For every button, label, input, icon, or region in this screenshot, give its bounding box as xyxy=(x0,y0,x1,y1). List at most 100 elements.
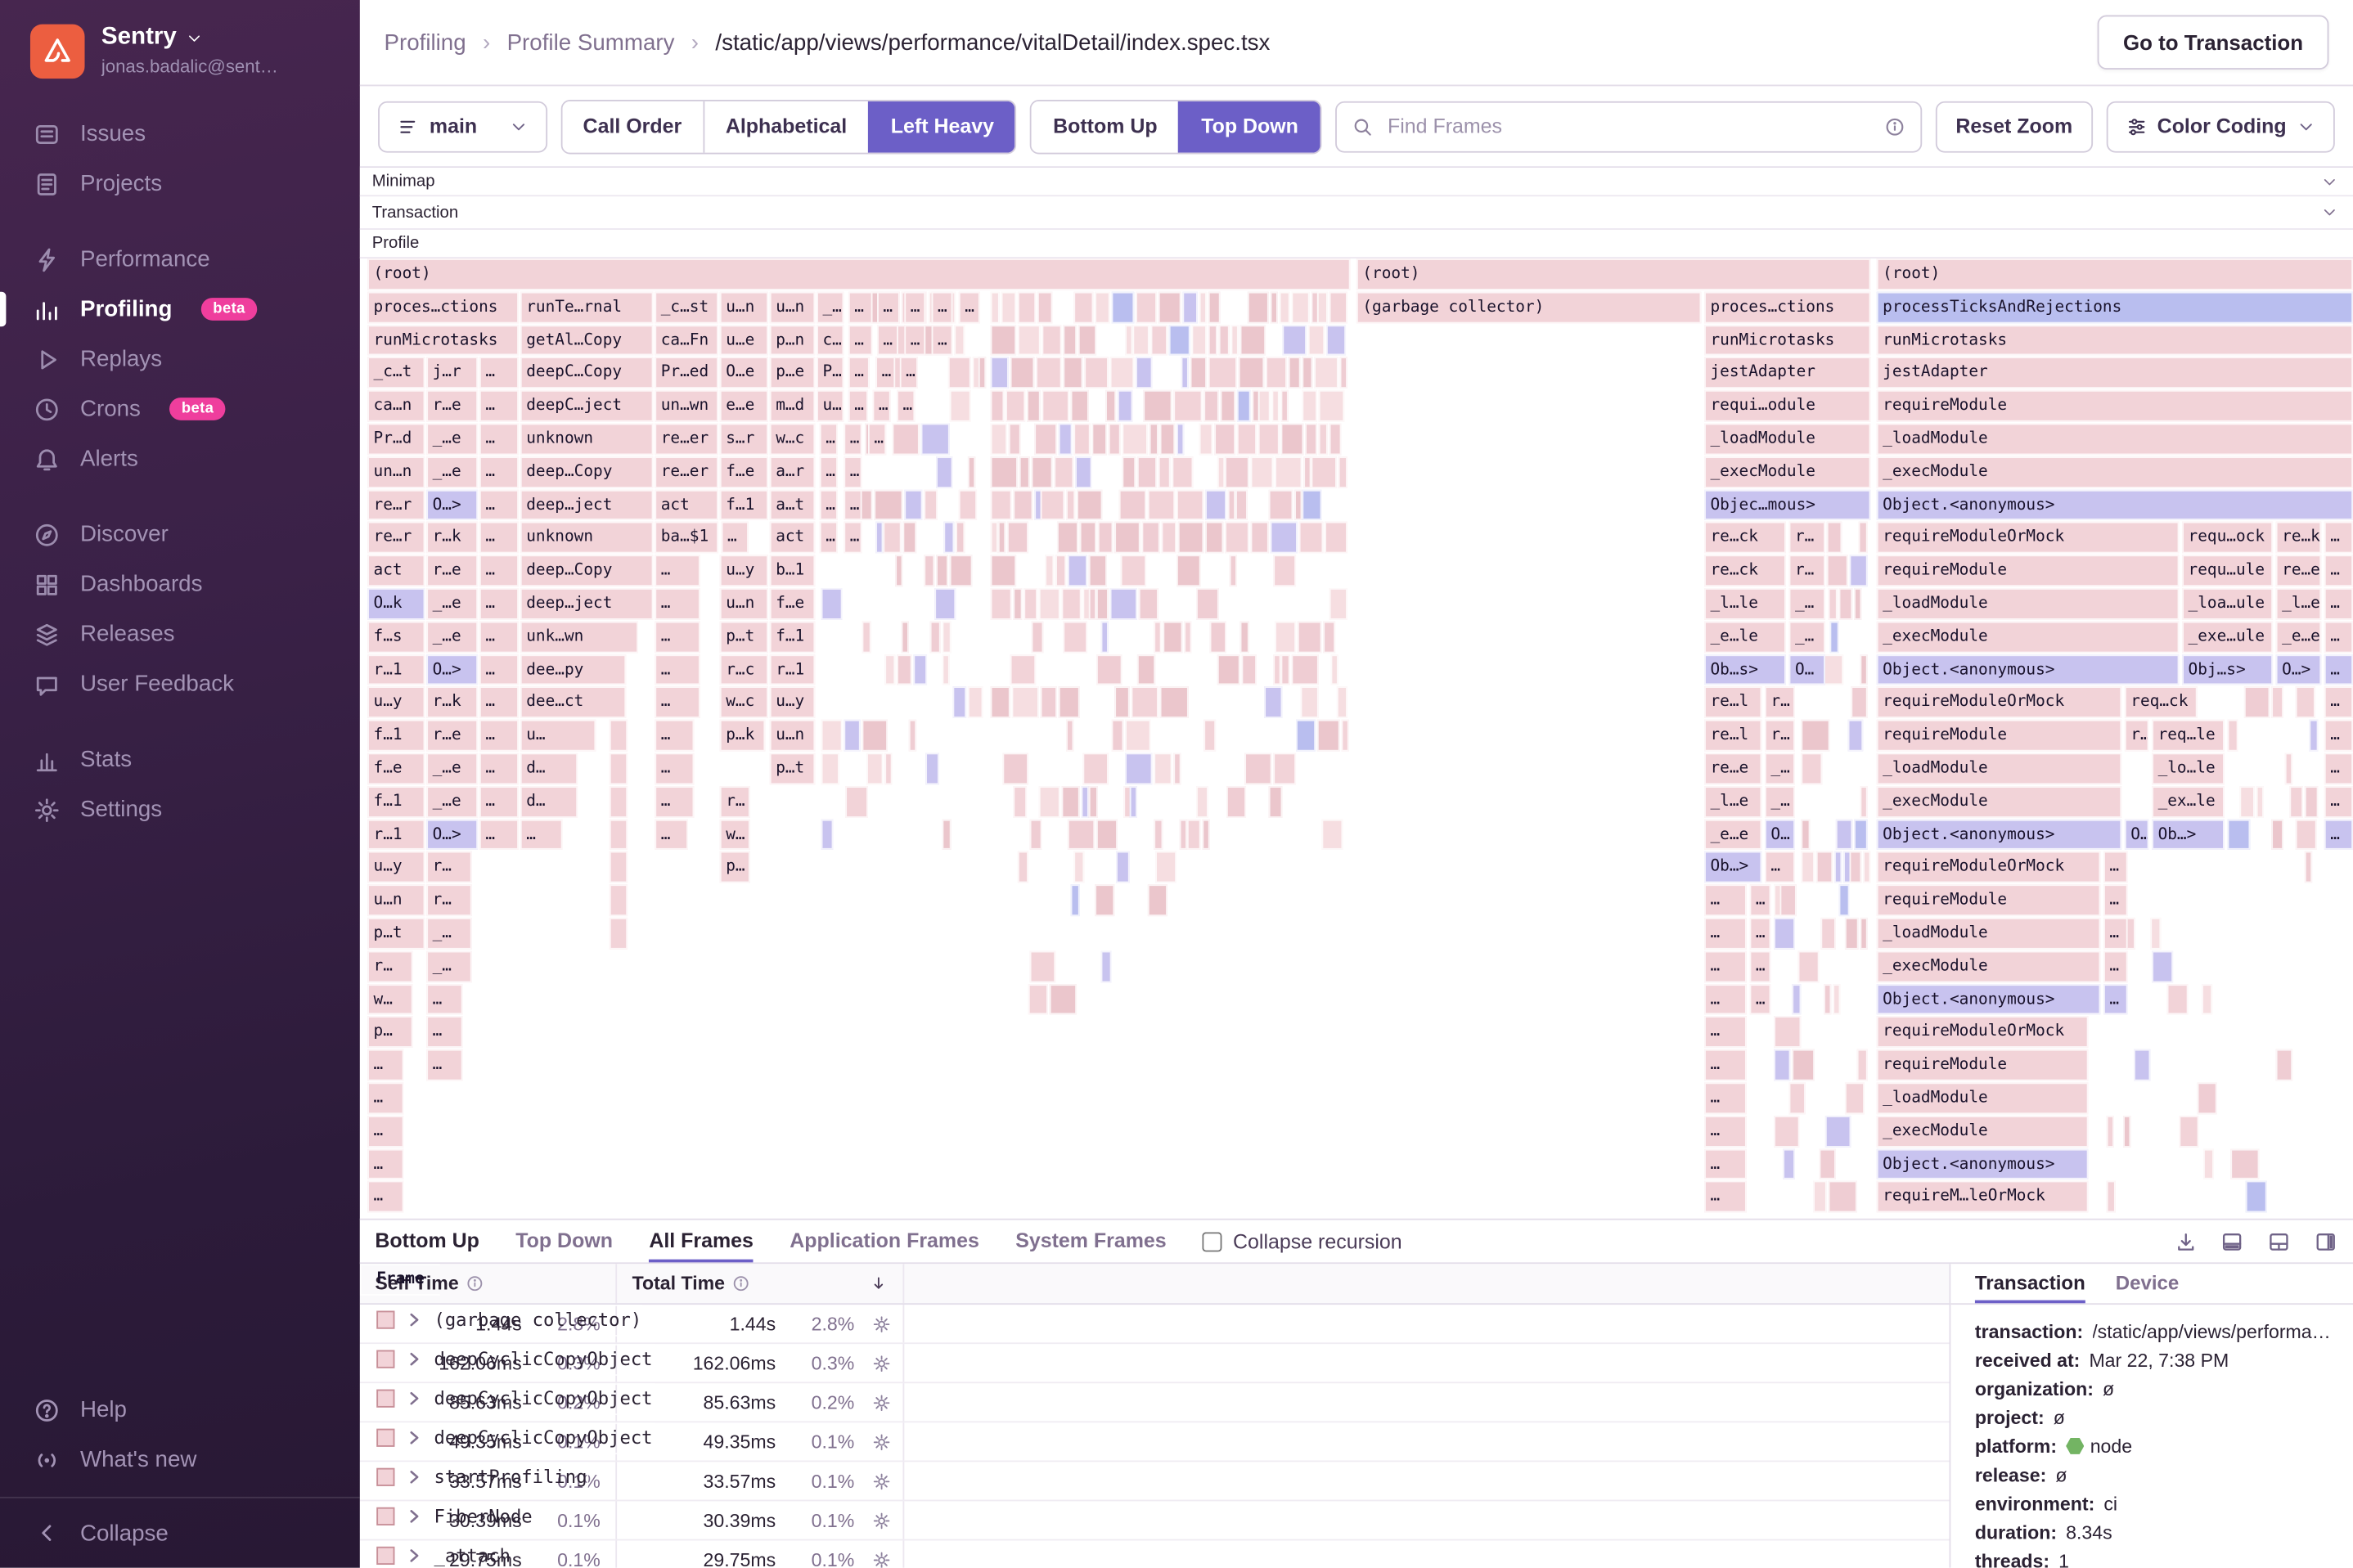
flame-frame-texture[interactable] xyxy=(1844,1082,1865,1114)
flame-frame-texture[interactable] xyxy=(1177,522,1203,554)
flame-frame-texture[interactable] xyxy=(1057,522,1079,554)
flame-frame-texture[interactable] xyxy=(2284,753,2293,784)
flame-frame[interactable]: … xyxy=(877,324,898,357)
flame-frame-texture[interactable] xyxy=(1083,753,1109,784)
flame-frame[interactable]: r… xyxy=(367,950,413,982)
flame-frame-texture[interactable] xyxy=(1214,423,1235,455)
search-input[interactable] xyxy=(1384,113,1873,140)
flame-frame-texture[interactable] xyxy=(1824,983,1833,1015)
flame-frame[interactable]: deepC…Copy xyxy=(520,357,654,389)
flame-frame[interactable]: r… xyxy=(2124,720,2149,752)
flame-frame-texture[interactable] xyxy=(1294,489,1302,521)
flame-frame-texture[interactable] xyxy=(1073,851,1084,883)
flame-frame[interactable]: … xyxy=(1704,1181,1747,1213)
flame-frame[interactable]: … xyxy=(426,1016,463,1049)
flame-frame-texture[interactable] xyxy=(1013,588,1023,620)
flame-frame[interactable]: Object.<anonymous> xyxy=(1876,819,2122,851)
flame-frame-texture[interactable] xyxy=(1195,588,1219,620)
flame-frame[interactable]: _… xyxy=(1765,785,1795,818)
flame-frame[interactable]: d… xyxy=(520,753,578,784)
flame-frame[interactable]: _exe…ule xyxy=(2182,621,2274,653)
flame-frame[interactable]: p…n xyxy=(769,324,816,357)
flame-frame[interactable]: _execModule xyxy=(1876,785,2122,818)
flame-frame-texture[interactable] xyxy=(1829,588,1838,620)
flame-frame[interactable]: re…r xyxy=(367,489,425,521)
flame-frame-texture[interactable] xyxy=(1340,720,1348,752)
flame-frame-texture[interactable] xyxy=(990,324,1016,357)
flame-frame-texture[interactable] xyxy=(1829,1181,1857,1213)
flame-frame[interactable]: f…1 xyxy=(367,785,425,818)
flame-frame-texture[interactable] xyxy=(1063,357,1083,389)
flame-frame-texture[interactable] xyxy=(1319,423,1328,455)
flame-frame[interactable]: P… xyxy=(817,357,844,389)
flame-frame[interactable]: p… xyxy=(719,851,750,883)
flame-frame-texture[interactable] xyxy=(1322,819,1343,851)
flame-frame[interactable]: … xyxy=(479,489,519,521)
flame-frame[interactable]: … xyxy=(479,720,519,752)
flame-frame-texture[interactable] xyxy=(1049,983,1078,1015)
flame-frame[interactable]: _loadModule xyxy=(1876,917,2101,950)
flame-frame[interactable]: … xyxy=(655,720,695,752)
flame-frame[interactable]: p…k xyxy=(719,720,766,752)
flame-frame-texture[interactable] xyxy=(1132,686,1159,719)
chevron-down-icon[interactable] xyxy=(2321,204,2337,221)
flame-frame[interactable]: … xyxy=(904,324,926,357)
flame-frame-texture[interactable] xyxy=(1281,390,1289,422)
flame-frame-texture[interactable] xyxy=(1217,456,1225,488)
flame-frame-texture[interactable] xyxy=(1074,456,1093,488)
flame-frame[interactable]: … xyxy=(655,686,700,719)
flame-frame-texture[interactable] xyxy=(1010,357,1035,389)
flame-frame[interactable]: r… xyxy=(1765,686,1795,719)
frame-table-row[interactable]: 162.06ms 0.3% 162.06ms 0.3% deepCyclicCopyOb… xyxy=(359,1344,1950,1384)
flame-frame[interactable]: _loadModule xyxy=(1704,423,1871,455)
flame-frame-texture[interactable] xyxy=(1270,522,1298,554)
flame-frame-texture[interactable] xyxy=(1017,851,1029,883)
flame-frame-texture[interactable] xyxy=(1313,357,1339,389)
flame-frame[interactable]: … xyxy=(1704,884,1747,917)
flame-frame-texture[interactable] xyxy=(2304,785,2319,818)
flame-frame-texture[interactable] xyxy=(942,819,952,851)
profile-strip[interactable]: Profile xyxy=(359,229,2353,259)
flame-frame-texture[interactable] xyxy=(1080,522,1097,554)
flame-frame-texture[interactable] xyxy=(1062,324,1077,357)
flame-frame[interactable]: r… xyxy=(1788,522,1825,554)
flame-frame[interactable]: ba…$1 xyxy=(655,522,718,554)
flame-frame-texture[interactable] xyxy=(1030,819,1042,851)
flame-frame-texture[interactable] xyxy=(1198,423,1213,455)
flame-frame[interactable]: Object.<anonymous> xyxy=(1876,489,2353,521)
flame-frame-texture[interactable] xyxy=(861,720,888,752)
flame-frame[interactable]: _e…e xyxy=(1704,819,1762,851)
flame-frame-texture[interactable] xyxy=(990,489,1013,521)
flame-frame-texture[interactable] xyxy=(1265,357,1287,389)
flame-frame[interactable]: … xyxy=(848,291,873,323)
minimap-strip[interactable]: Minimap xyxy=(359,168,2353,197)
flame-frame-texture[interactable] xyxy=(1054,456,1073,488)
flame-frame[interactable]: r…k xyxy=(426,686,479,719)
dock-bottom-icon[interactable] xyxy=(2220,1230,2244,1253)
flame-frame[interactable]: runMicrotasks xyxy=(1704,324,1871,357)
flame-frame[interactable]: r…1 xyxy=(367,819,425,851)
flame-frame-texture[interactable] xyxy=(1833,851,1842,883)
flame-frame-texture[interactable] xyxy=(1119,489,1146,521)
flame-frame[interactable]: runMicrotasks xyxy=(367,324,519,357)
flame-frame[interactable]: Obj…s> xyxy=(2182,654,2274,686)
flame-frame-texture[interactable] xyxy=(1114,522,1141,554)
flame-frame-texture[interactable] xyxy=(998,522,1006,554)
flame-frame[interactable]: _execModule xyxy=(1876,621,2180,653)
flame-frame-texture[interactable] xyxy=(1336,686,1347,719)
flame-frame[interactable] xyxy=(609,851,628,883)
sidebar-item-projects[interactable]: Projects xyxy=(0,159,360,209)
flame-frame[interactable]: … xyxy=(844,489,862,521)
flame-frame[interactable]: Object.<anonymous> xyxy=(1876,654,2180,686)
flame-frame-texture[interactable] xyxy=(1202,819,1210,851)
flame-frame-texture[interactable] xyxy=(1275,456,1302,488)
flame-frame-texture[interactable] xyxy=(1120,555,1146,587)
flame-frame[interactable]: u…n xyxy=(719,291,768,323)
flame-frame-texture[interactable] xyxy=(2123,1115,2132,1148)
flame-frame-texture[interactable] xyxy=(1258,390,1271,422)
flame-frame[interactable]: b…1 xyxy=(769,555,816,587)
flame-frame-texture[interactable] xyxy=(1859,785,1868,818)
flame-frame[interactable]: … xyxy=(655,785,695,818)
flame-frame-texture[interactable] xyxy=(1058,423,1073,455)
flame-frame-texture[interactable] xyxy=(923,555,934,587)
